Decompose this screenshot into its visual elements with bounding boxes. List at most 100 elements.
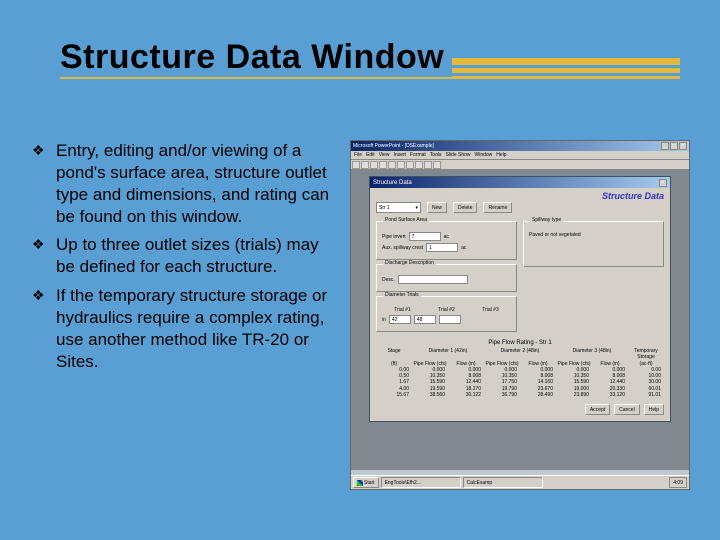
toolbar-button[interactable]	[397, 161, 405, 169]
system-tray: 4:09	[669, 477, 687, 488]
pipe-invert-input[interactable]: 7	[409, 232, 441, 241]
rating-title: Pipe Flow Rating - Str 1	[376, 340, 664, 346]
bullet-icon: ❖	[32, 234, 56, 278]
new-button[interactable]: New	[427, 202, 447, 213]
col-stage: Stage	[376, 348, 412, 361]
rating-table: Stage Diameter 1 (42in) Diameter 2 (48in…	[376, 348, 664, 398]
bullet-item: ❖ Up to three outlet sizes (trials) may …	[32, 234, 342, 278]
help-button[interactable]: Help	[644, 404, 664, 415]
menu-item[interactable]: Insert	[393, 152, 406, 158]
delete-button[interactable]: Delete	[453, 202, 477, 213]
trial3-input[interactable]	[439, 315, 461, 324]
toolbar-button[interactable]	[433, 161, 441, 169]
outer-window-title: Microsoft PowerPoint - [DSExample]	[353, 143, 434, 149]
pond-surface-group: Pond Surface Area Pipe invert 7 ac Aux. …	[376, 221, 517, 260]
table-row: 15.6738.56030.12236.79028.49023.89033.12…	[376, 392, 664, 398]
clock: 4:09	[673, 480, 683, 486]
dropdown-value: Str 1	[379, 205, 390, 211]
toolbar-button[interactable]	[361, 161, 369, 169]
bullet-text: If the temporary structure storage or hy…	[56, 285, 342, 373]
unit-label: ac	[461, 245, 466, 251]
table-cell: 15.67	[376, 392, 412, 398]
menu-item[interactable]: Window	[475, 152, 493, 158]
table-header-row: Stage Diameter 1 (42in) Diameter 2 (48in…	[376, 348, 664, 361]
trial3-label: Trial #3	[482, 307, 499, 313]
menu-item[interactable]: Help	[496, 152, 506, 158]
group-title: Spillway type	[530, 217, 563, 223]
close-icon[interactable]: ×	[679, 142, 687, 150]
diameter-unit: in	[382, 317, 386, 323]
spillway-value: Paved or not vegetated	[529, 232, 581, 238]
menu-item[interactable]: Slide Show	[445, 152, 470, 158]
menu-item[interactable]: File	[354, 152, 362, 158]
minimize-icon[interactable]: _	[661, 142, 669, 150]
bullet-text: Entry, editing and/or viewing of a pond'…	[56, 140, 342, 228]
table-cell: 36.790	[484, 392, 520, 398]
maximize-icon[interactable]: □	[670, 142, 678, 150]
discharge-group: Discharge Description Desc.	[376, 264, 517, 292]
aux-spillway-label: Aux. spillway crest	[382, 245, 423, 251]
slide-title-area: Structure Data Window	[60, 38, 680, 77]
aux-spillway-input[interactable]: 1	[426, 243, 458, 252]
menu-item[interactable]: Tools	[430, 152, 442, 158]
structure-data-window: Structure Data × Structure Data Str 1 ▾ …	[369, 176, 671, 422]
table-cell: 38.560	[412, 392, 448, 398]
dialog-header-label: Structure Data	[602, 191, 664, 201]
toolbar-button[interactable]	[370, 161, 378, 169]
windows-icon	[357, 480, 363, 486]
table-cell: 33.120	[592, 392, 628, 398]
bullet-list: ❖ Entry, editing and/or viewing of a pon…	[32, 140, 342, 379]
diameter-trials-group: Diameter Trials Trial #1 Trial #2 Trial …	[376, 296, 517, 332]
bullet-icon: ❖	[32, 140, 56, 228]
trial1-input[interactable]: 42	[389, 315, 411, 324]
group-title: Discharge Description	[383, 260, 436, 266]
toolbar-button[interactable]	[352, 161, 360, 169]
taskbar-item[interactable]: EngTools\Efh2...	[381, 477, 461, 488]
bullet-text: Up to three outlet sizes (trials) may be…	[56, 234, 342, 278]
trial2-label: Trial #2	[438, 307, 455, 313]
menu-bar: File Edit View Insert Format Tools Slide…	[351, 151, 689, 160]
close-icon[interactable]: ×	[659, 179, 667, 187]
outer-window-titlebar: Microsoft PowerPoint - [DSExample] _ □ ×	[351, 141, 689, 151]
bullet-item: ❖ If the temporary structure storage or …	[32, 285, 342, 373]
dialog-titlebar: Structure Data ×	[370, 177, 670, 188]
outer-window-body: Structure Data × Structure Data Str 1 ▾ …	[351, 170, 689, 470]
toolbar-button[interactable]	[379, 161, 387, 169]
spillway-type-group: Spillway type Paved or not vegetated	[523, 221, 664, 267]
menu-item[interactable]: Format	[410, 152, 426, 158]
embedded-screenshot: Microsoft PowerPoint - [DSExample] _ □ ×…	[350, 140, 690, 490]
col-d3: Diameter 3 (48in)	[556, 348, 628, 361]
unit-label: ac	[444, 234, 449, 240]
bullet-item: ❖ Entry, editing and/or viewing of a pon…	[32, 140, 342, 228]
table-cell: 30.122	[448, 392, 484, 398]
menu-item[interactable]: Edit	[366, 152, 375, 158]
slide-title: Structure Data Window	[60, 38, 452, 77]
chevron-down-icon: ▾	[415, 205, 418, 211]
col-storage: Temporary Storage	[628, 348, 664, 361]
menu-item[interactable]: View	[379, 152, 390, 158]
table-cell: 23.890	[556, 392, 592, 398]
group-title: Diameter Trials	[383, 292, 421, 298]
col-d1: Diameter 1 (42in)	[412, 348, 484, 361]
toolbar-button[interactable]	[424, 161, 432, 169]
toolbar-button[interactable]	[415, 161, 423, 169]
start-label: Start	[364, 480, 375, 486]
desc-input[interactable]	[398, 275, 468, 284]
taskbar-item[interactable]: CalcExamp	[463, 477, 543, 488]
bullet-icon: ❖	[32, 285, 56, 373]
rename-button[interactable]: Rename	[483, 202, 512, 213]
accept-button[interactable]: Accept	[585, 404, 610, 415]
cancel-button[interactable]: Cancel	[614, 404, 640, 415]
table-cell: 91.01	[628, 392, 664, 398]
taskbar: Start EngTools\Efh2... CalcExamp 4:09	[351, 475, 689, 489]
group-title: Pond Surface Area	[383, 217, 429, 223]
window-controls: _ □ ×	[661, 142, 687, 150]
dialog-title: Structure Data	[373, 180, 412, 186]
trial2-input[interactable]: 48	[414, 315, 436, 324]
toolbar-button[interactable]	[406, 161, 414, 169]
start-button[interactable]: Start	[353, 477, 379, 488]
structure-dropdown[interactable]: Str 1 ▾	[376, 202, 421, 213]
trial1-label: Trial #1	[394, 307, 411, 313]
table-cell: 28.490	[520, 392, 556, 398]
toolbar-button[interactable]	[388, 161, 396, 169]
